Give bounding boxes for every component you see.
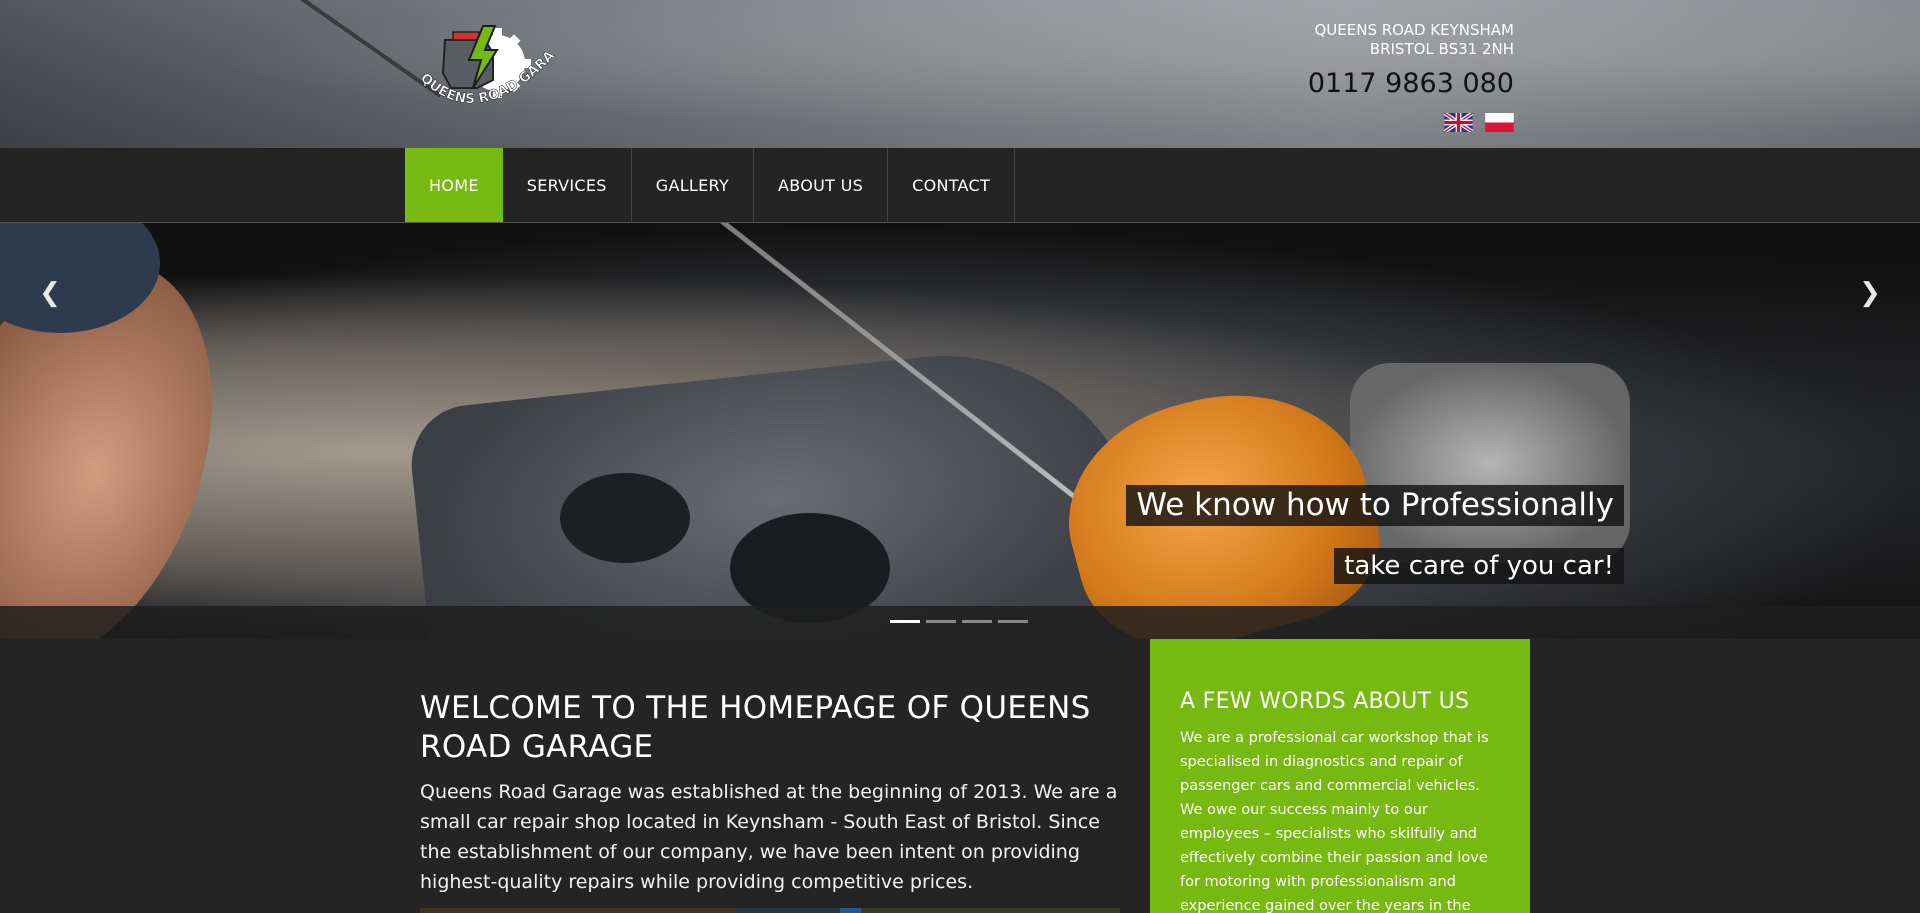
polish-flag-icon[interactable]	[1485, 113, 1514, 132]
slide-caption-line-1: We know how to Professionally	[1126, 485, 1624, 526]
main-content: WELCOME TO THE HOMEPAGE OF QUEENS ROAD G…	[0, 639, 1920, 913]
nav-item-gallery[interactable]: GALLERY	[632, 148, 755, 222]
nav-item-contact[interactable]: CONTACT	[888, 148, 1016, 222]
welcome-title: WELCOME TO THE HOMEPAGE OF QUEENS ROAD G…	[420, 690, 1091, 765]
slider-dot-1[interactable]	[890, 620, 920, 623]
hero-slider: ❮ ❯ We know how to Professionally take c…	[0, 223, 1920, 639]
chevron-left-icon[interactable]: ❮	[38, 280, 62, 306]
page: QUEENS ROAD GARAGE QUEENS ROAD KEYNSHAM …	[0, 0, 1920, 913]
phone-number[interactable]: 0117 9863 080	[1308, 68, 1514, 99]
nav-item-about-us[interactable]: ABOUT US	[754, 148, 889, 222]
language-switcher	[1444, 113, 1514, 132]
address-line-1: QUEENS ROAD KEYNSHAM	[1314, 21, 1515, 39]
nav-item-services[interactable]: SERVICES	[503, 148, 632, 222]
main-navigation: HOME SERVICES GALLERY ABOUT US CONTACT	[0, 148, 1920, 223]
slide-caption-line-2: take care of you car!	[1334, 548, 1624, 584]
welcome-section: WELCOME TO THE HOMEPAGE OF QUEENS ROAD G…	[420, 689, 1120, 897]
slider-pagination-bar	[0, 606, 1920, 639]
about-us-title: A FEW WORDS ABOUT US	[1180, 689, 1470, 714]
chevron-right-icon[interactable]: ❯	[1858, 280, 1882, 306]
slider-dot-4[interactable]	[998, 620, 1028, 623]
address: QUEENS ROAD KEYNSHAM BRISTOL BS31 2NH	[1315, 21, 1515, 59]
about-us-panel: A FEW WORDS ABOUT US We are a profession…	[1150, 639, 1530, 913]
welcome-text: Queens Road Garage was established at th…	[420, 781, 1118, 893]
logo-gear-bolt-icon: QUEENS ROAD GARAGE	[399, 6, 558, 108]
about-us-text: We are a professional car workshop that …	[1180, 730, 1489, 913]
slider-dot-2[interactable]	[926, 620, 956, 623]
english-flag-icon[interactable]	[1444, 113, 1473, 132]
address-line-2: BRISTOL BS31 2NH	[1369, 40, 1514, 58]
site-logo[interactable]: QUEENS ROAD GARAGE	[399, 6, 565, 123]
nav-item-home[interactable]: HOME	[405, 148, 503, 222]
slider-dot-3[interactable]	[962, 620, 992, 623]
header: QUEENS ROAD GARAGE QUEENS ROAD KEYNSHAM …	[0, 0, 1920, 148]
gallery-preview-image[interactable]	[420, 908, 1120, 913]
